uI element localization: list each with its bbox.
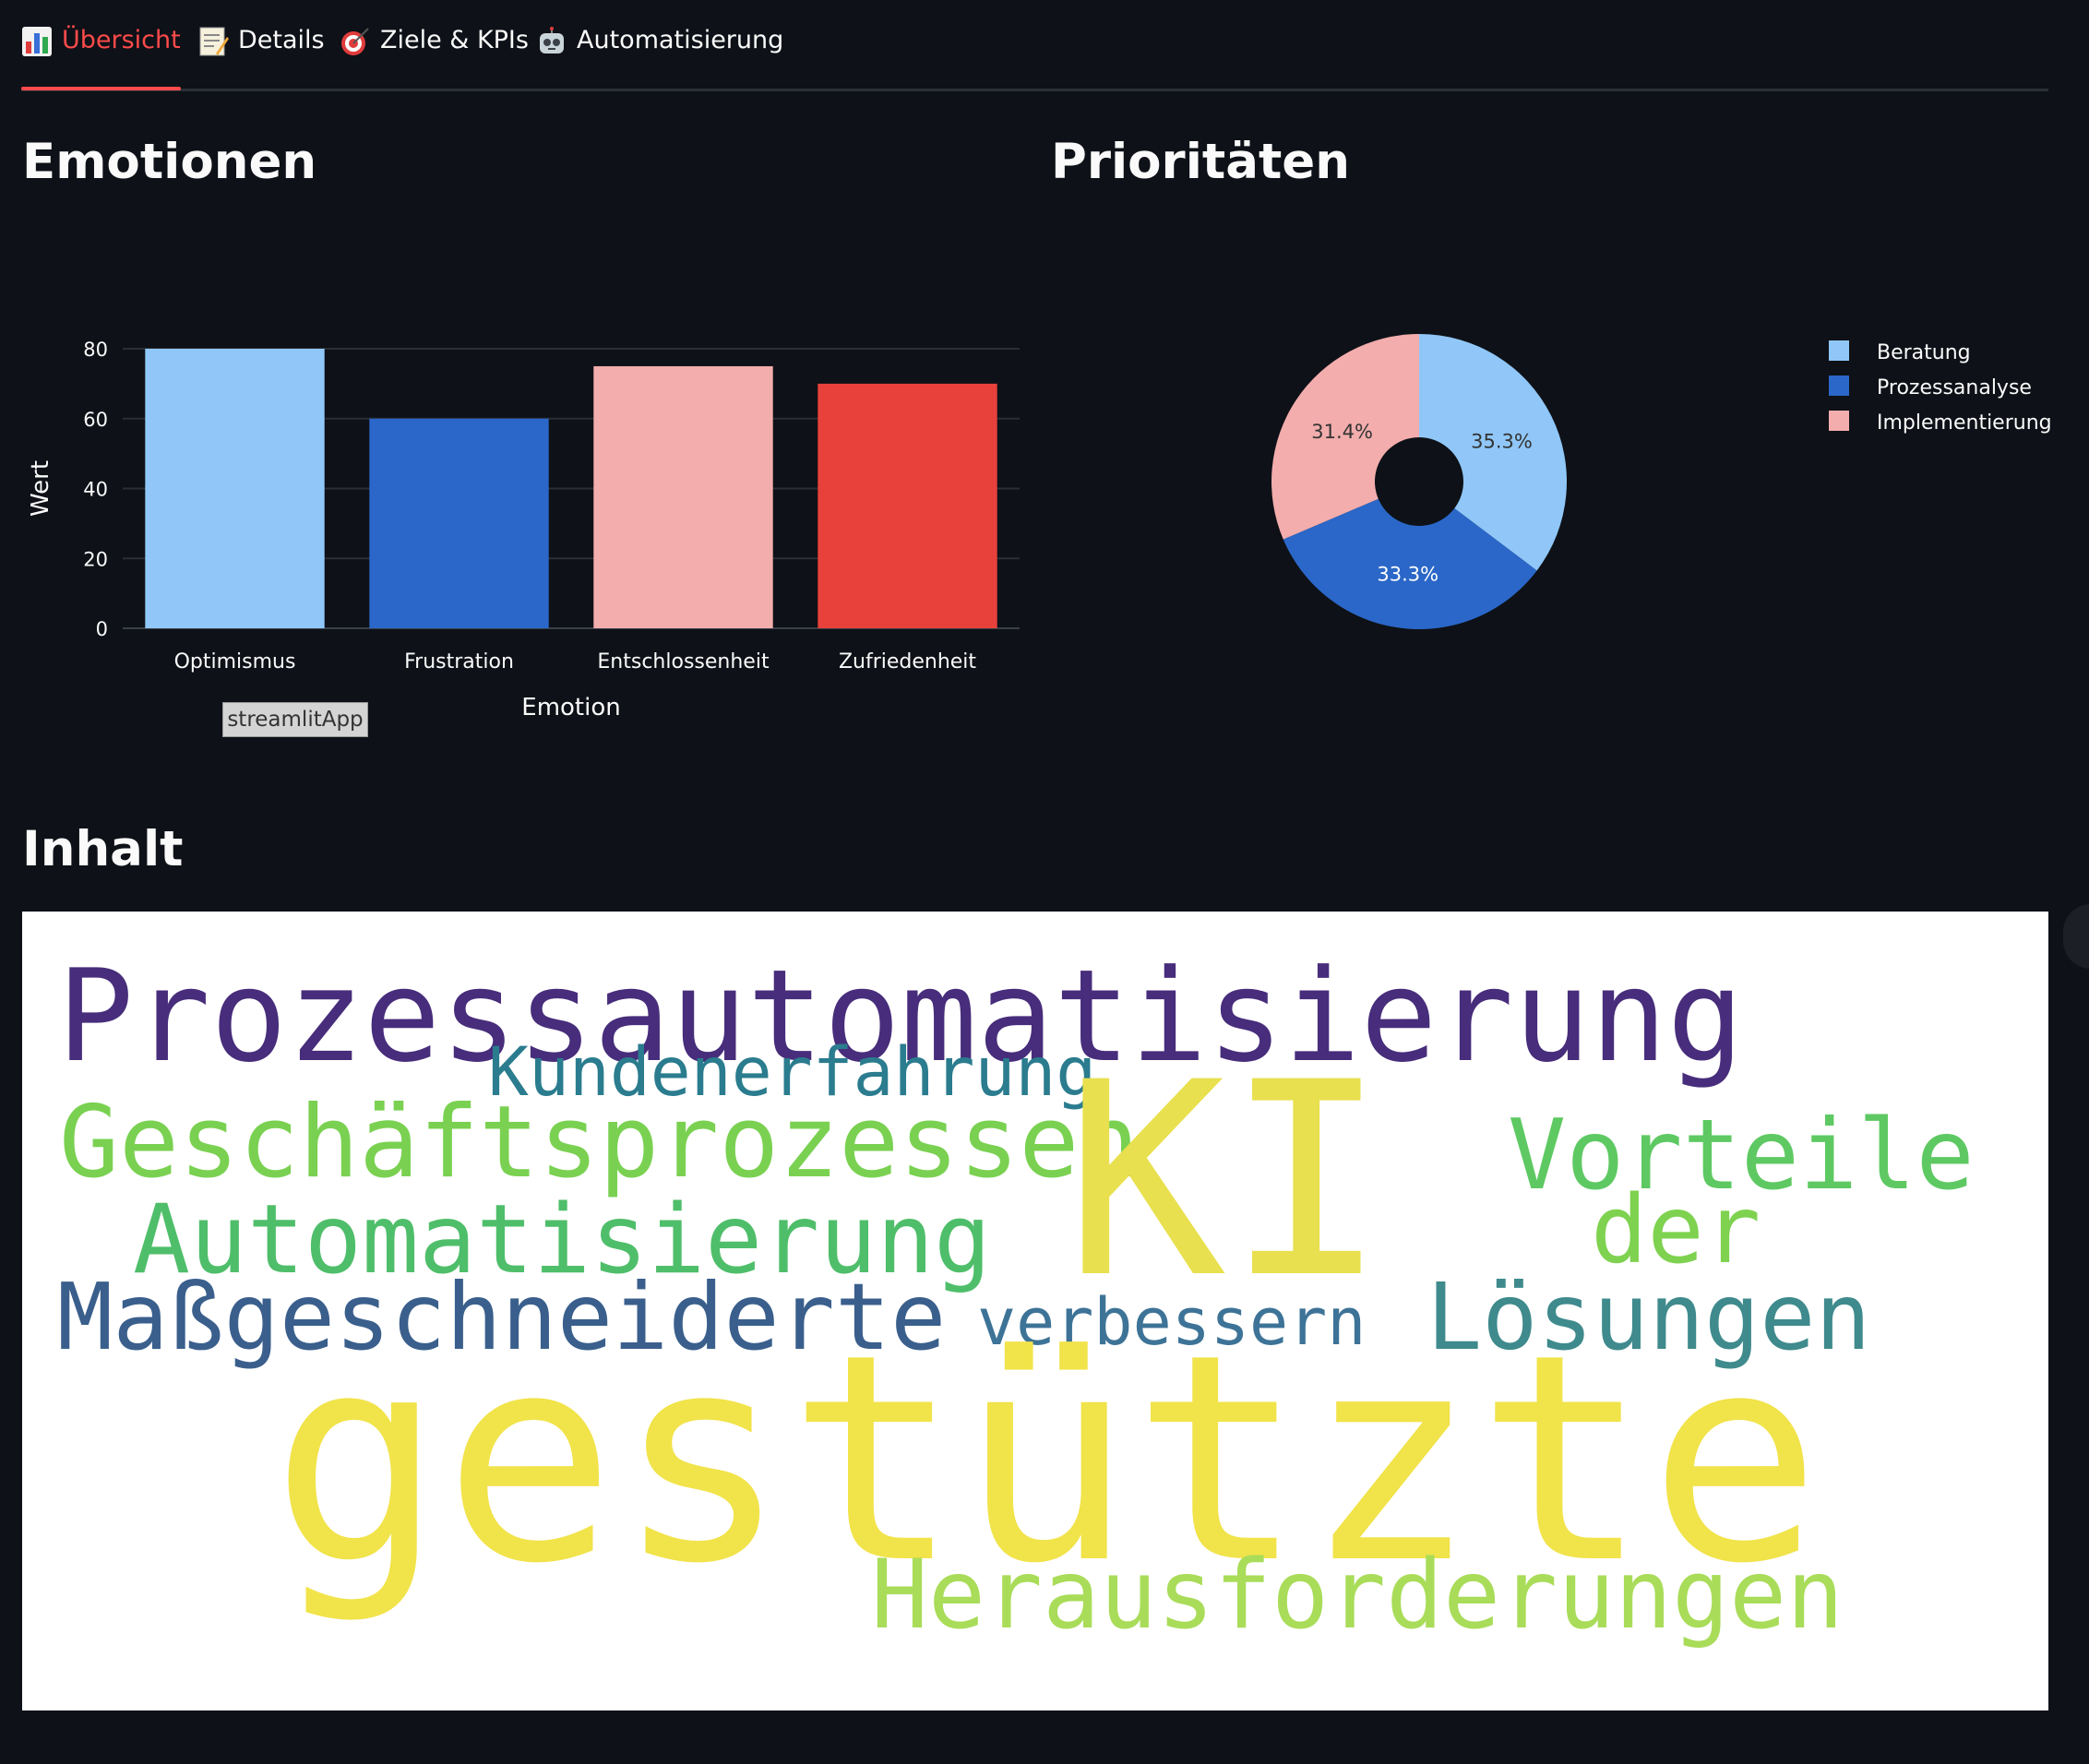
- sidebar-toggle-button[interactable]: [2063, 904, 2089, 969]
- x-tick-label: Zufriedenheit: [839, 650, 976, 673]
- wordcloud-word: Geschäftsprozessen: [59, 1085, 1140, 1200]
- bar: [818, 383, 997, 628]
- x-tick-label: Frustration: [404, 650, 514, 673]
- pie-percent-label: 31.4%: [1311, 421, 1373, 443]
- tab-bar: Übersicht Details Ziele & KPIs Automatis…: [21, 0, 2048, 91]
- legend-label: Implementierung: [1877, 411, 2052, 435]
- tab-label: Automatisierung: [577, 26, 784, 54]
- section-title-emotionen: Emotionen: [22, 134, 317, 190]
- section-title-inhalt: Inhalt: [22, 821, 184, 877]
- tab-label: Ziele & KPIs: [380, 26, 529, 54]
- tab-details[interactable]: Details: [197, 26, 325, 87]
- priorities-donut-chart: 35.3% 33.3% 31.4% Beratung Prozessanalyse Imp…: [1271, 334, 2052, 629]
- y-tick-label: 80: [83, 339, 108, 361]
- tooltip: streamlitApp: [222, 702, 368, 737]
- memo-icon: [199, 27, 229, 56]
- wordcloud-word: Herausforderungen: [871, 1540, 1844, 1651]
- pie-percent-label: 35.3%: [1471, 430, 1533, 452]
- tab-label: Details: [238, 26, 325, 54]
- emotions-bar-chart: 0 20 40 60 80 Optimismus Frustration Entschloss…: [27, 339, 1020, 721]
- tab-ziele-kpis[interactable]: Ziele & KPIs: [340, 26, 529, 87]
- x-tick-label: Optimismus: [174, 650, 296, 673]
- target-icon: [341, 28, 369, 55]
- pie-percent-label: 33.3%: [1377, 563, 1438, 585]
- tab-automatisierung[interactable]: Automatisierung: [536, 26, 783, 87]
- y-axis-label: Wert: [27, 460, 54, 517]
- section-title-prioritaeten: Prioritäten: [1051, 134, 1350, 190]
- legend-swatch: [1829, 411, 1849, 431]
- x-tick-label: Entschlossenheit: [597, 650, 770, 673]
- legend-swatch: [1829, 340, 1849, 361]
- bar: [369, 418, 549, 628]
- legend-label: Beratung: [1877, 341, 1971, 364]
- y-tick-label: 20: [83, 548, 108, 570]
- bar-chart-icon: [22, 27, 52, 56]
- bar: [593, 365, 773, 628]
- y-tick-label: 0: [96, 618, 108, 640]
- bar: [145, 349, 325, 628]
- legend-swatch: [1829, 375, 1849, 396]
- tab-uebersicht[interactable]: Übersicht: [21, 26, 181, 90]
- robot-icon: [540, 27, 564, 54]
- x-axis-label: Emotion: [521, 694, 620, 721]
- tab-label: Übersicht: [62, 26, 181, 54]
- y-tick-label: 40: [83, 479, 108, 501]
- wordcloud-word: KI: [1065, 1026, 1388, 1337]
- legend-label: Prozessanalyse: [1877, 376, 2032, 399]
- y-tick-label: 60: [83, 409, 108, 431]
- wordcloud: Prozessautomatisierung Kundenerfahrung G…: [22, 912, 2048, 1710]
